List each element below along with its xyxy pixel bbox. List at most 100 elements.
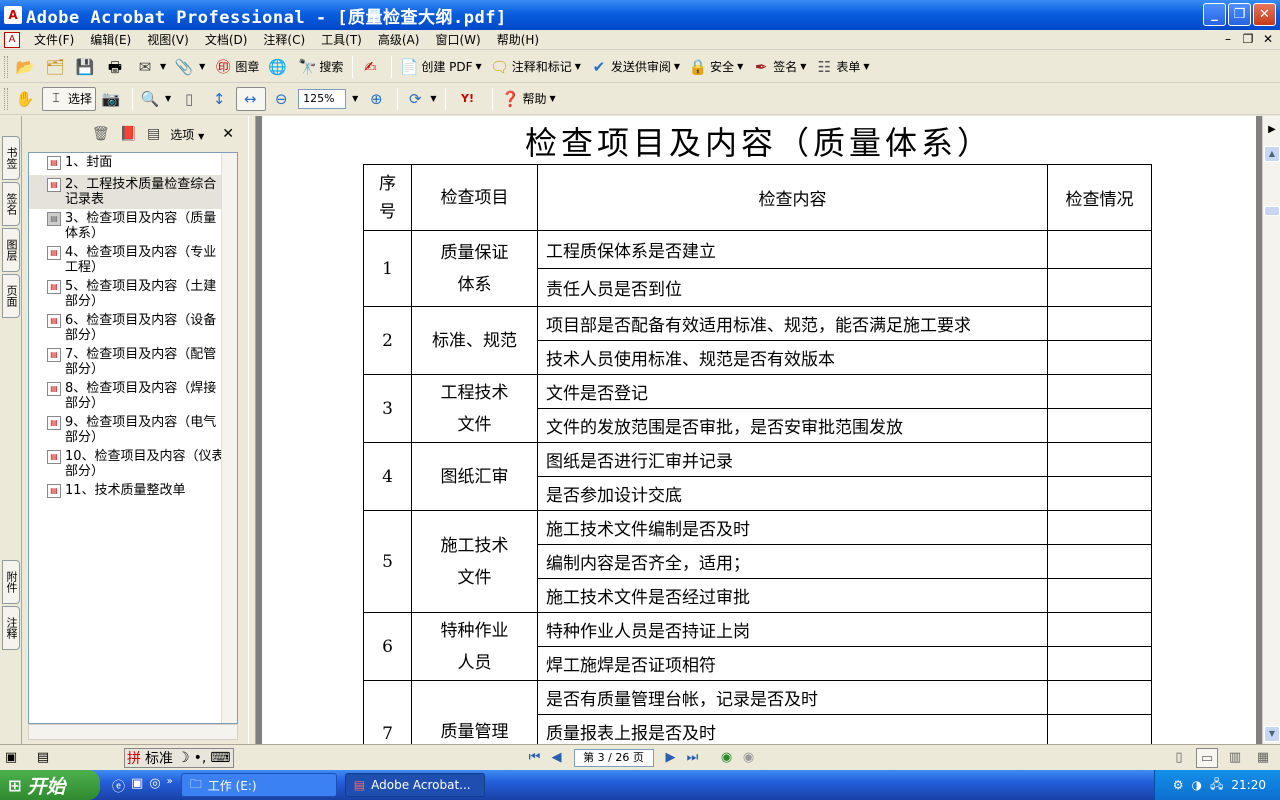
- bookmark-item[interactable]: ▤ 9、检查项目及内容（电气部分）: [29, 413, 237, 447]
- bookmark-item[interactable]: ▤ 6、检查项目及内容（设备部分）: [29, 311, 237, 345]
- document-icon[interactable]: A: [4, 31, 20, 48]
- doc-minimize-button[interactable]: –: [1220, 32, 1236, 46]
- zoom-dropdown[interactable]: ▼: [346, 87, 361, 111]
- tray-app-icon[interactable]: ⚙: [1173, 778, 1184, 792]
- tab-bookmarks[interactable]: 书签: [2, 136, 20, 180]
- bookmark-item[interactable]: ▤ 5、检查项目及内容（土建部分）: [29, 277, 237, 311]
- fit-page-button[interactable]: ↕: [206, 87, 234, 111]
- ie-icon[interactable]: ⓔ: [112, 776, 125, 795]
- row-status[interactable]: [1047, 612, 1152, 647]
- page-number-input[interactable]: 第 3 / 26 页: [573, 748, 654, 767]
- save-button[interactable]: 💾: [72, 55, 100, 79]
- tab-layers[interactable]: 图层: [2, 228, 20, 272]
- print-button[interactable]: 🖶: [102, 55, 130, 79]
- options-menu[interactable]: 选项 ▼: [170, 126, 204, 143]
- menu-view[interactable]: 视图(V): [139, 31, 197, 48]
- expand-bookmark-icon[interactable]: ▤: [147, 126, 160, 142]
- delete-bookmark-icon[interactable]: 🗑: [92, 126, 110, 142]
- row-status[interactable]: [1047, 442, 1152, 477]
- bookmark-item[interactable]: ▤ 8、检查项目及内容（焊接部分）: [29, 379, 237, 413]
- document-scrollbar[interactable]: ▶ ▲ ▼: [1262, 116, 1280, 744]
- web-button[interactable]: 🌐: [264, 55, 292, 79]
- stamp-button[interactable]: ㊞图章: [210, 55, 262, 79]
- previous-page-button[interactable]: ◀: [546, 748, 568, 768]
- scroll-thumb[interactable]: [1264, 206, 1280, 216]
- continuous-page-icon[interactable]: ▭: [1196, 747, 1218, 768]
- tab-attachments[interactable]: 附件: [2, 560, 20, 604]
- search-button[interactable]: 🔭 搜索: [294, 55, 346, 79]
- snapshot-button[interactable]: 📷: [98, 87, 126, 111]
- read-aloud-button[interactable]: ✍: [357, 55, 385, 79]
- continuous-facing-icon[interactable]: ▦: [1252, 748, 1274, 768]
- start-button[interactable]: ⊞ 开始: [0, 770, 100, 800]
- panel-splitter[interactable]: [248, 116, 256, 744]
- row-status[interactable]: [1047, 714, 1152, 744]
- facing-page-icon[interactable]: ▥: [1224, 748, 1246, 768]
- forms-button[interactable]: ☷ 表单 ▼: [811, 55, 872, 79]
- minimize-button[interactable]: _: [1203, 3, 1226, 26]
- zoom-level-input[interactable]: 125%: [298, 88, 347, 109]
- doc-restore-button[interactable]: ❐: [1240, 32, 1256, 46]
- menu-edit[interactable]: 编辑(E): [82, 31, 139, 48]
- row-status[interactable]: [1047, 646, 1152, 681]
- task-acrobat[interactable]: ▤ Adobe Acrobat...: [344, 773, 485, 797]
- menu-help[interactable]: 帮助(H): [489, 31, 547, 48]
- menu-document[interactable]: 文档(D): [197, 31, 256, 48]
- bookmark-scrollbar[interactable]: [221, 153, 237, 723]
- row-status[interactable]: [1047, 306, 1152, 341]
- send-review-button[interactable]: ✔ 发送供审阅 ▼: [586, 55, 683, 79]
- bookmark-item[interactable]: ▤ 7、检查项目及内容（配管部分）: [29, 345, 237, 379]
- row-status[interactable]: [1047, 578, 1152, 613]
- row-status[interactable]: [1047, 510, 1152, 545]
- bookmark-item[interactable]: ▤ 3、检查项目及内容（质量体系）: [29, 209, 237, 243]
- tray-security-icon[interactable]: ◑: [1192, 778, 1202, 792]
- sign-button[interactable]: ✒ 签名 ▼: [748, 55, 809, 79]
- tab-signatures[interactable]: 签名: [2, 182, 20, 226]
- close-panel-icon[interactable]: ✕: [222, 126, 234, 142]
- media-icon[interactable]: ▣: [131, 776, 143, 795]
- comment-markup-button[interactable]: 🗨 注释和标记 ▼: [487, 55, 584, 79]
- bookmark-item[interactable]: ▤ 4、检查项目及内容（专业工程）: [29, 243, 237, 277]
- email-button[interactable]: ✉ ▼: [132, 55, 169, 79]
- ime-toolbar[interactable]: 拼 标准 ☽ •, ⌨: [124, 747, 234, 768]
- browser-icon[interactable]: ◎: [149, 776, 160, 795]
- next-page-button[interactable]: ▶: [660, 748, 682, 768]
- yahoo-button[interactable]: Y!: [450, 87, 486, 111]
- first-page-button[interactable]: ⏮: [524, 748, 546, 768]
- zoom-tool-button[interactable]: 🔍 ▼: [137, 87, 174, 111]
- attach-button[interactable]: 📎 ▼: [171, 55, 208, 79]
- menu-advanced[interactable]: 高级(A): [370, 31, 428, 48]
- row-status[interactable]: [1047, 340, 1152, 375]
- new-bookmark-icon[interactable]: 📕: [120, 126, 137, 142]
- more-icon[interactable]: »: [167, 776, 173, 795]
- rotate-view-button[interactable]: ⟳ ▼: [402, 87, 439, 111]
- bookmark-item[interactable]: ▤ 2、工程技术质量检查综合记录表: [29, 175, 237, 209]
- actual-size-button[interactable]: ▯: [176, 87, 204, 111]
- close-button[interactable]: ✕: [1253, 3, 1276, 26]
- next-view-button[interactable]: ◉: [738, 748, 760, 768]
- panel-toggle-icon[interactable]: ▣: [0, 750, 22, 765]
- panel-expand-icon[interactable]: ▶: [1264, 124, 1280, 140]
- scroll-down-button[interactable]: ▼: [1264, 726, 1280, 742]
- bookmark-hscrollbar[interactable]: [28, 724, 238, 740]
- row-status[interactable]: [1047, 408, 1152, 443]
- fit-width-button[interactable]: ↔: [236, 86, 267, 111]
- network-icon[interactable]: 🖧: [1210, 775, 1223, 796]
- zoom-out-button[interactable]: ⊖: [268, 87, 296, 111]
- task-explorer[interactable]: 🗀 工作 (E:): [180, 773, 337, 797]
- tab-pages[interactable]: 页面: [2, 274, 20, 318]
- row-status[interactable]: [1047, 268, 1152, 307]
- select-tool-button[interactable]: ⌶ 选择: [42, 86, 97, 111]
- menu-tools[interactable]: 工具(T): [313, 31, 370, 48]
- help-button[interactable]: ❓ 帮助 ▼: [497, 87, 558, 111]
- row-status[interactable]: [1047, 230, 1152, 269]
- tab-comments[interactable]: 注释: [2, 606, 20, 650]
- single-page-icon[interactable]: ▯: [1168, 748, 1190, 768]
- restore-button[interactable]: ❐: [1228, 3, 1251, 26]
- last-page-button[interactable]: ⏭: [682, 748, 704, 768]
- organizer-button[interactable]: 🗂: [42, 55, 70, 79]
- row-status[interactable]: [1047, 680, 1152, 715]
- row-status[interactable]: [1047, 476, 1152, 511]
- scroll-up-button[interactable]: ▲: [1264, 146, 1280, 162]
- doc-close-button[interactable]: ✕: [1260, 32, 1276, 46]
